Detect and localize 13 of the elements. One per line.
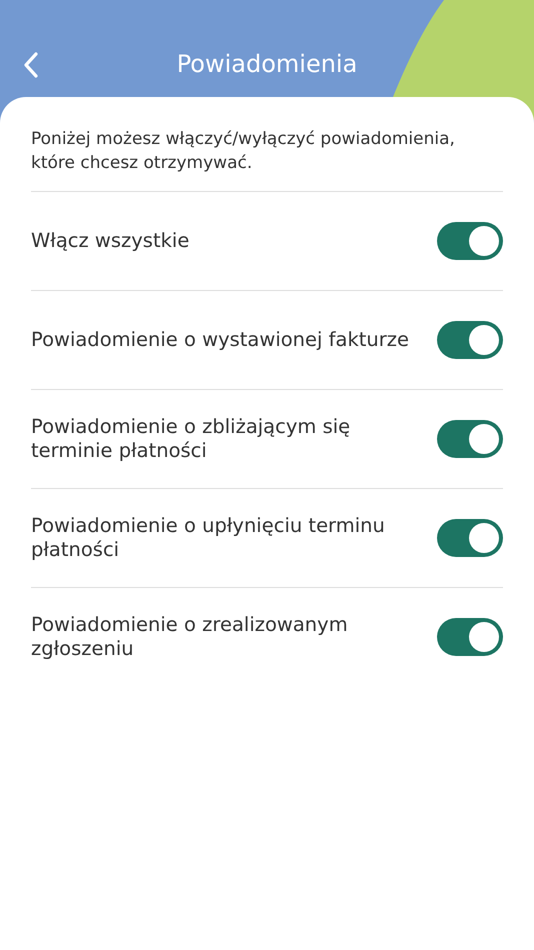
setting-label: Powiadomienie o zrealizowanym zgłoszeniu xyxy=(31,613,349,661)
back-icon[interactable] xyxy=(23,51,39,79)
setting-label: Powiadomienie o upłynięciu terminu płatności xyxy=(31,514,386,562)
setting-label: Włącz wszystkie xyxy=(31,229,190,253)
toggle-switch[interactable] xyxy=(437,420,503,458)
intro-text: Poniżej możesz włączyć/wyłączyć powiadomienia, które chcesz otrzymywać. xyxy=(31,128,456,175)
toggle-switch[interactable] xyxy=(437,321,503,359)
toggle-switch[interactable] xyxy=(437,519,503,557)
toggle-switch[interactable] xyxy=(437,222,503,260)
screen-title: Powiadomienia xyxy=(176,50,358,78)
setting-label: Powiadomienie o wystawionej fakturze xyxy=(31,328,410,352)
setting-label: Powiadomienie o zbliżającym się terminie płatności xyxy=(31,415,352,463)
toggle-switch[interactable] xyxy=(437,618,503,656)
